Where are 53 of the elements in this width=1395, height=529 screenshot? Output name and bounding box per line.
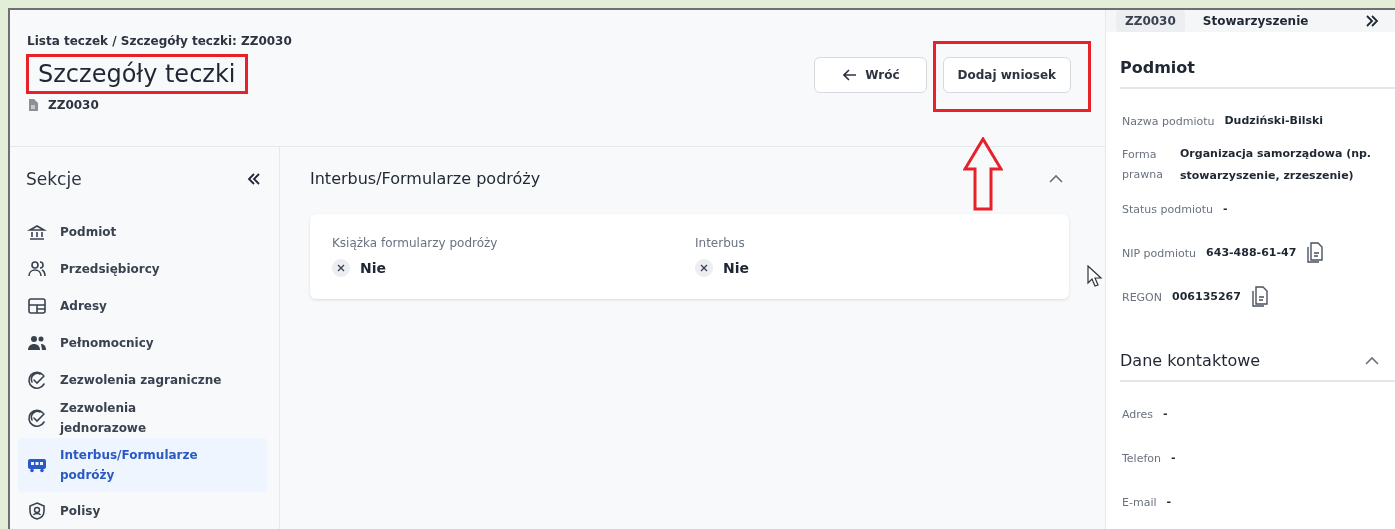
layout-icon [26,295,48,316]
field-value: 643-488-61-47 [1206,245,1297,261]
back-button[interactable]: Wróć [814,57,927,93]
field-label: Książka formularzy podróży [332,236,499,250]
check-icon [26,369,48,390]
sidebar-item[interactable]: Zezwolenia zagraniczne [18,361,267,398]
page-title: Szczegóły teczki [26,54,248,94]
group-title: Podmiot [1120,58,1195,77]
sidebar-item[interactable]: Pełnomocnicy [18,324,267,361]
cursor-icon [1087,265,1103,287]
field-value: Nie [360,260,386,276]
field-value: - [1223,201,1228,217]
document-icon [28,99,38,111]
field-label: REGON [1122,290,1162,304]
copy-icon[interactable] [1250,286,1269,308]
shield-icon [26,500,48,521]
sidebar-title: Sekcje [26,169,82,189]
field-value: Dudziński-Bilski [1224,113,1324,129]
field-label: Interbus [695,236,746,250]
sidebar-item[interactable]: Polisy [18,492,267,529]
field-label: Adres [1122,407,1154,421]
chevron-up-icon[interactable] [1365,356,1379,365]
add-request-button[interactable]: Dodaj wniosek [942,57,1071,93]
id-chip: ZZ0030 [1116,10,1185,32]
section-title: Interbus/Formularze podróży [310,169,541,188]
arrow-left-icon [843,69,858,81]
field-label: Nazwa podmiotu [1122,114,1215,128]
copy-icon[interactable] [1306,242,1325,264]
field-value: Organizacja samorządowa (np. stowarzyszenie, zrzeszenie) [1180,146,1373,184]
field-label: Forma prawna [1122,147,1164,183]
field-label: E-mail [1122,495,1157,509]
field-label: NIP podmiotu [1122,246,1197,260]
sidebar-item[interactable]: Podmiot [18,213,267,250]
collapse-icon[interactable] [247,173,261,185]
people-icon [26,258,48,279]
field-value: Nie [723,260,749,276]
field-label: Status podmiotu [1122,202,1214,216]
sidebar-item[interactable]: Adresy [18,287,267,324]
sidebar-item[interactable]: Przedsiębiorcy [18,250,267,287]
field-label: Telefon [1122,451,1161,465]
sidebar-item[interactable]: Interbus/Formularze podróży [18,438,267,492]
field-value: - [1163,406,1168,422]
breadcrumb[interactable]: Lista teczek / Szczegóły teczki: ZZ0030 [26,34,292,48]
field-value: 006135267 [1172,289,1241,305]
field-value: - [1166,494,1172,510]
expand-icon[interactable] [1365,15,1379,27]
field-value: - [1171,450,1176,466]
file-id: ZZ0030 [48,98,99,112]
chevron-up-icon[interactable] [1049,174,1063,183]
entity-type: Stowarzyszenie [1202,14,1310,28]
group-title: Dane kontaktowe [1120,351,1261,370]
check-icon [26,408,48,428]
sidebar-item[interactable]: Zezwolenia jednorazowe [18,398,267,438]
